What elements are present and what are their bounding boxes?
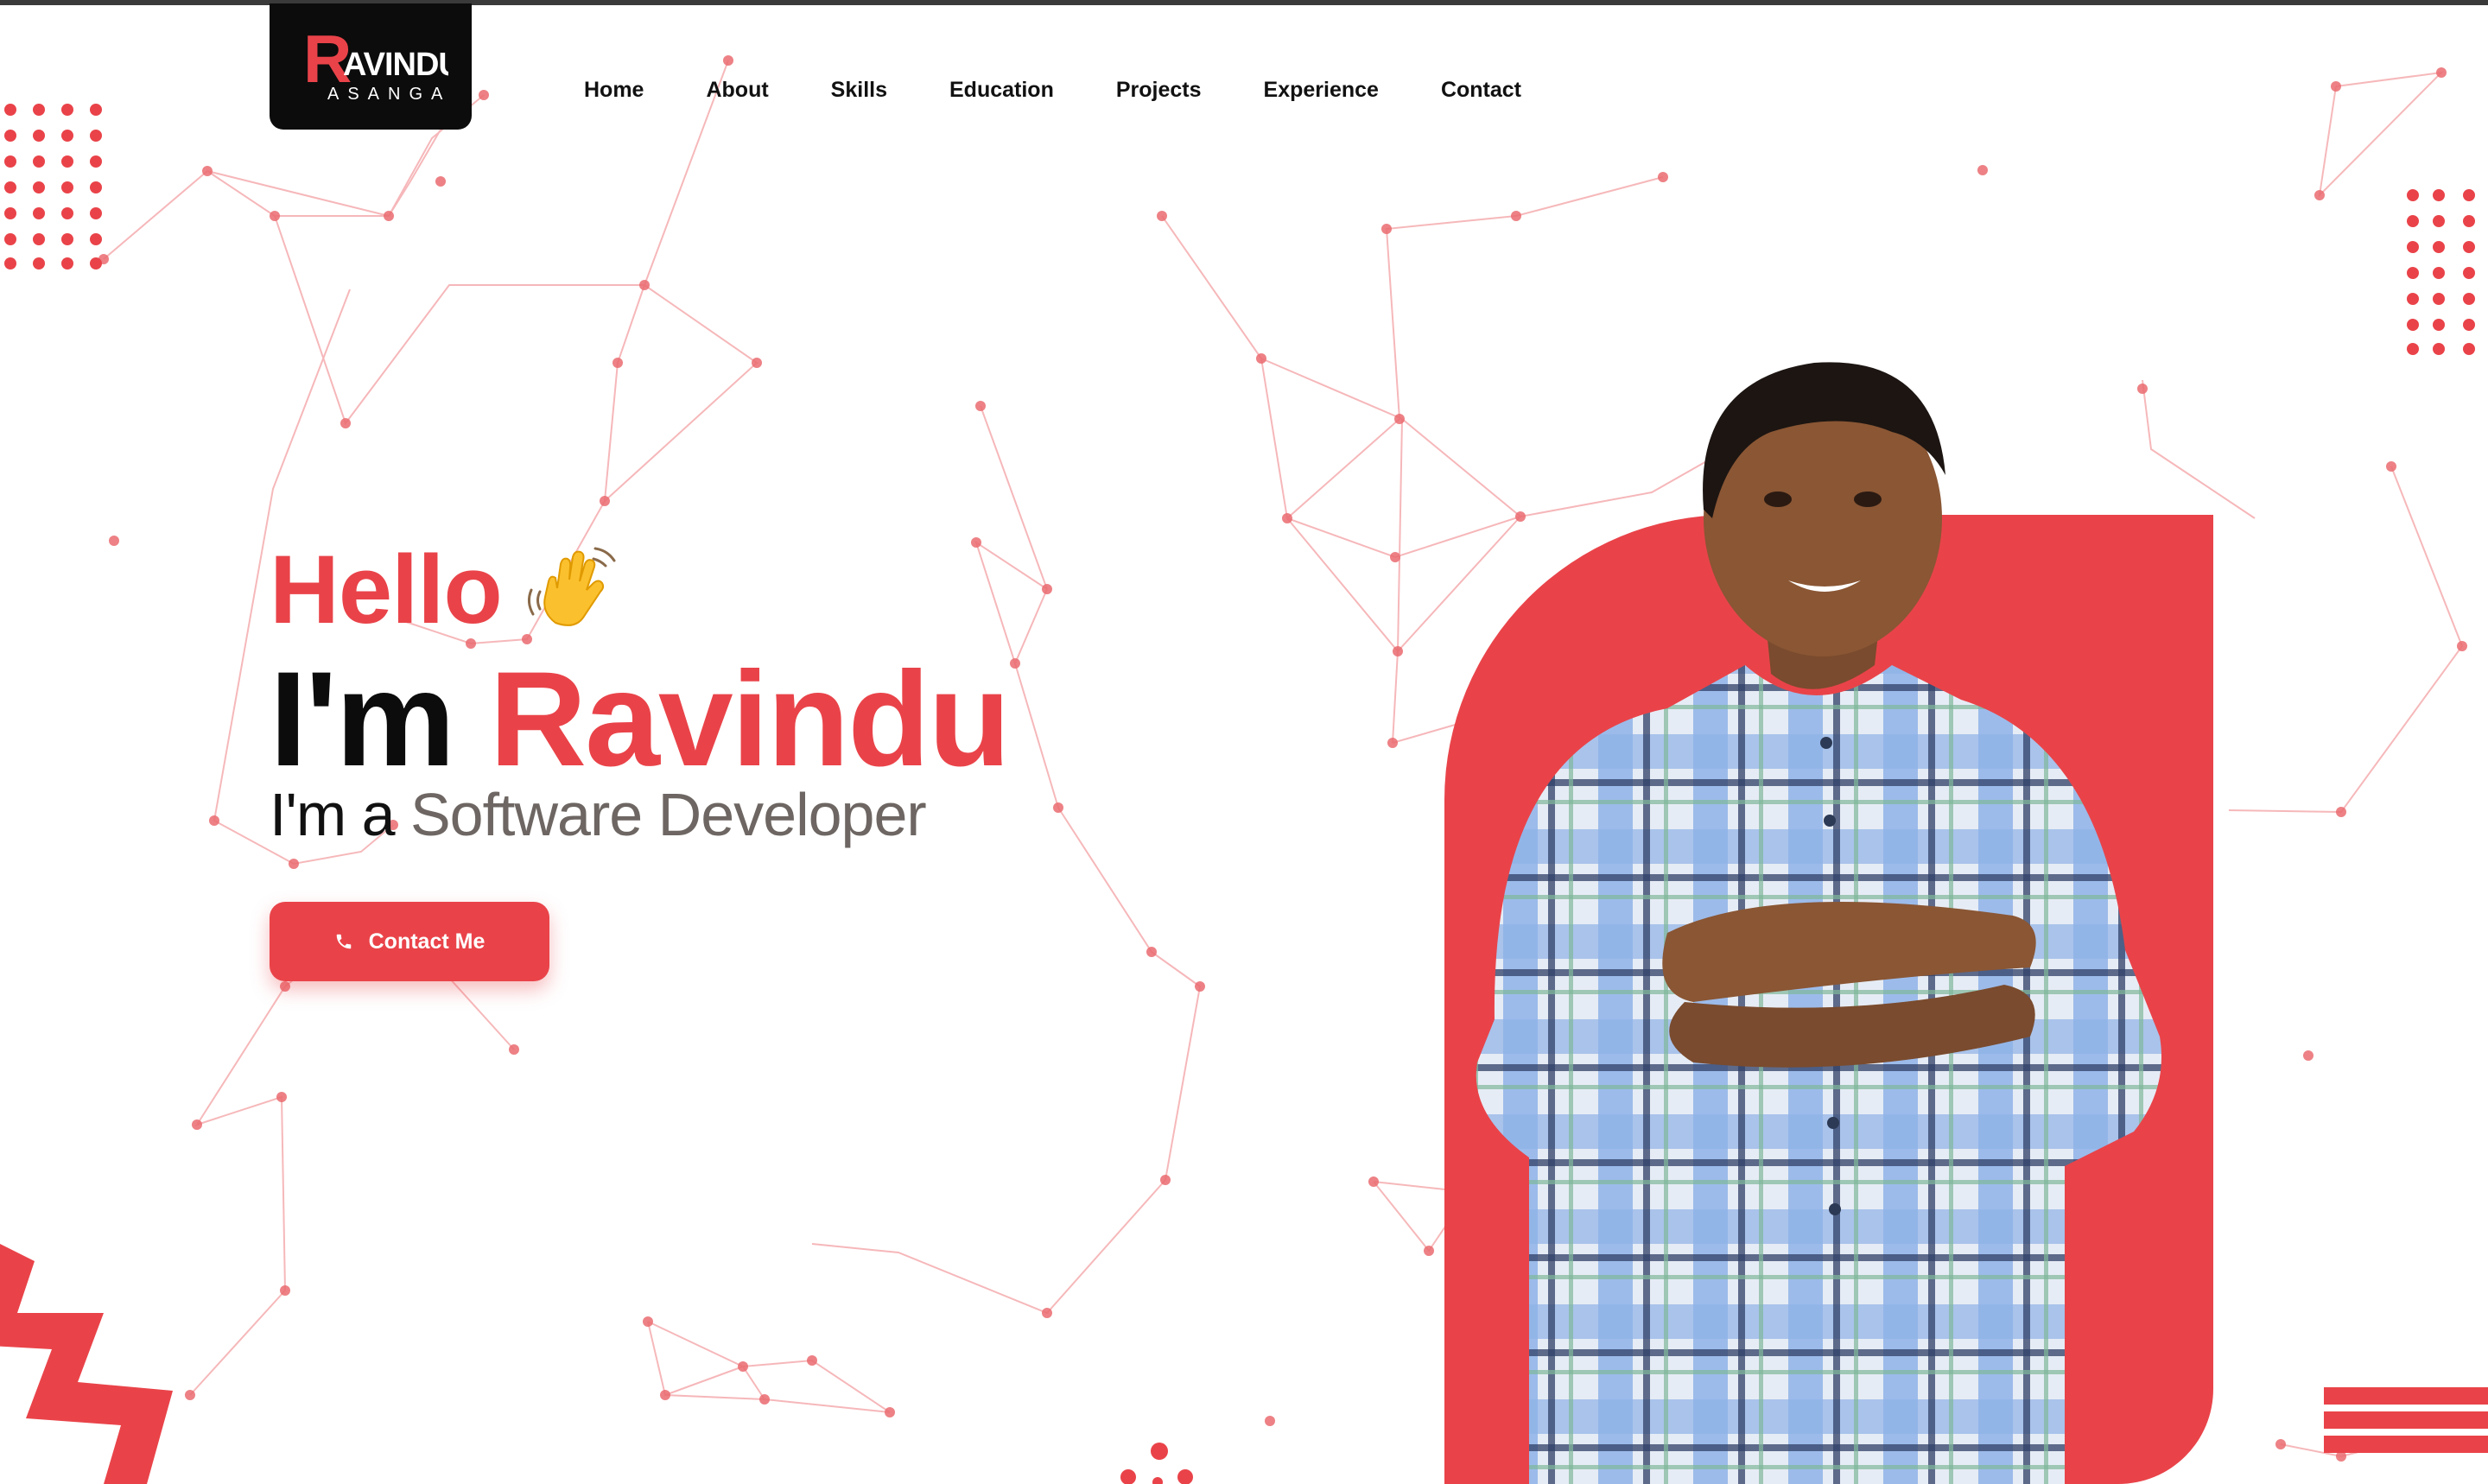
logo-mark: R AVINDU ASANGA (303, 23, 448, 104)
hero-greeting: Hello (270, 534, 626, 646)
role-prefix: I'm a (270, 781, 396, 848)
person-name: Ravindu (489, 644, 1011, 795)
intro-prefix: I'm (270, 644, 455, 795)
main-nav: Home About Skills Education Projects Exp… (553, 73, 1552, 107)
logo-line2: ASANGA (327, 85, 448, 104)
greeting-text: Hello (270, 536, 503, 644)
nav-skills[interactable]: Skills (800, 73, 918, 107)
brand-logo[interactable]: R AVINDU ASANGA (270, 3, 472, 130)
role-title: Software Developer (409, 781, 927, 848)
nav-contact[interactable]: Contact (1410, 73, 1552, 107)
profile-photo (1476, 362, 2161, 1484)
dot-grid-decoration (2407, 189, 2475, 355)
phone-icon (336, 934, 351, 949)
hero-name: I'm Ravindu (270, 644, 1011, 795)
hero-role: I'm a Software Developer (270, 776, 927, 853)
nav-experience[interactable]: Experience (1233, 73, 1410, 107)
stripes-decoration (2324, 1387, 2488, 1453)
nav-home[interactable]: Home (553, 73, 675, 107)
contact-me-button[interactable]: Contact Me (270, 902, 549, 981)
zigzag-decoration (0, 1244, 173, 1484)
waving-hand-icon (527, 547, 616, 626)
nav-projects[interactable]: Projects (1085, 73, 1233, 107)
logo-line1: AVINDU (343, 47, 448, 83)
dots-decoration (1120, 1443, 1193, 1484)
nav-about[interactable]: About (675, 73, 799, 107)
contact-me-label: Contact Me (368, 929, 486, 954)
dot-grid-decoration (4, 104, 102, 270)
nav-education[interactable]: Education (918, 73, 1085, 107)
